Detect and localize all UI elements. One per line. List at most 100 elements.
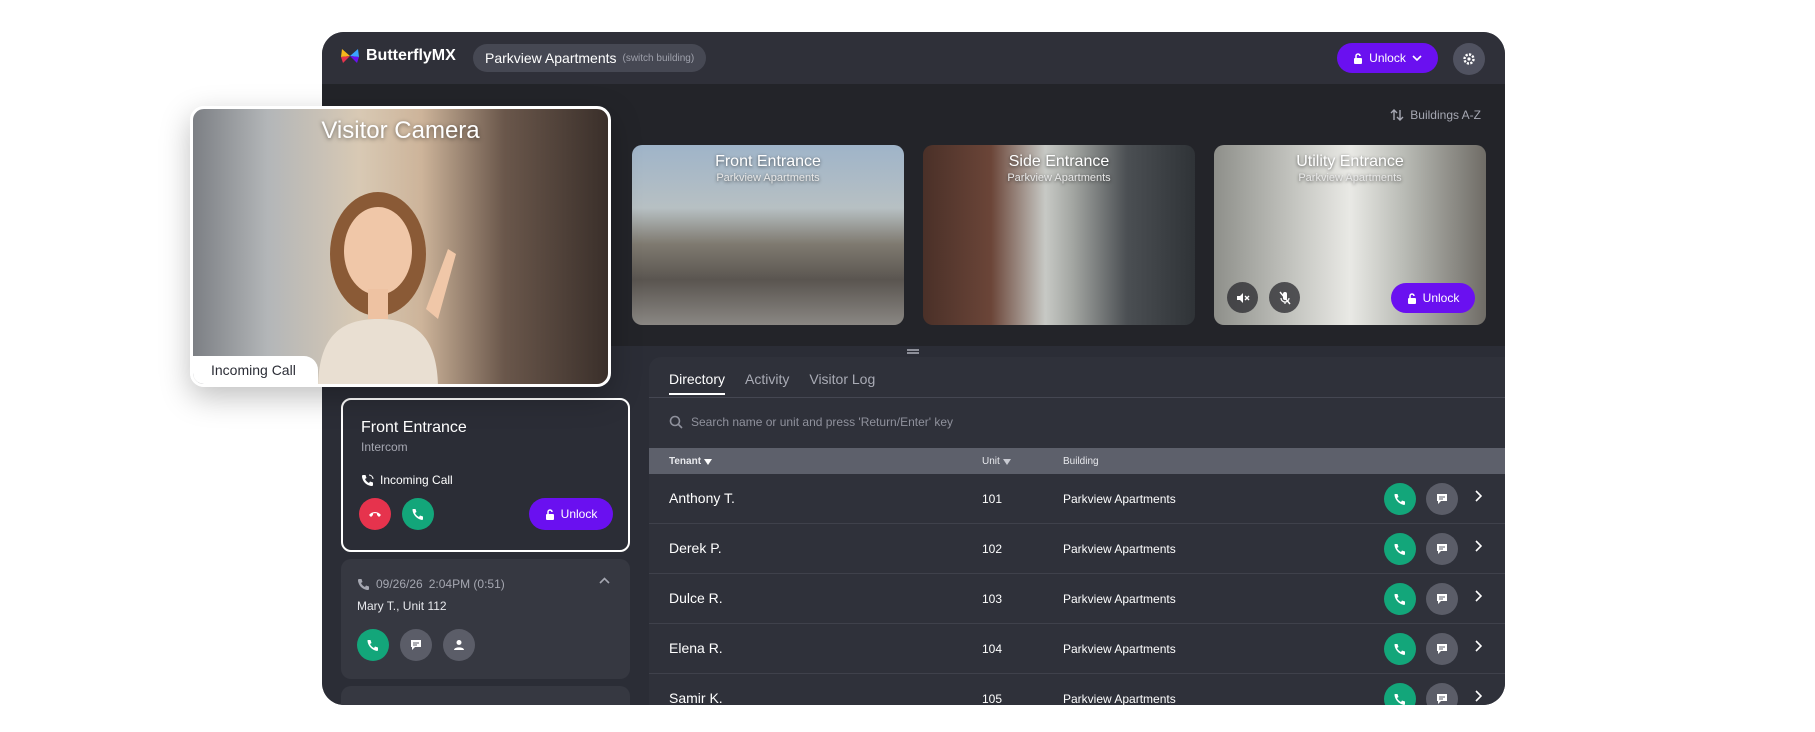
table-row[interactable]: Derek P. 102 Parkview Apartments <box>649 524 1505 574</box>
visitor-camera-title: Visitor Camera <box>321 117 480 144</box>
search-placeholder: Search name or unit and press 'Return/En… <box>691 415 954 429</box>
person-icon <box>454 640 464 650</box>
phone-icon <box>1394 494 1405 505</box>
butterfly-logo-icon <box>341 49 359 63</box>
tab-directory[interactable]: Directory <box>669 371 726 395</box>
mute-speaker-button[interactable] <box>1227 282 1258 313</box>
camera-title: Side Entrance <box>1008 153 1110 170</box>
building-switcher[interactable]: Parkview Apartments (switch building) <box>473 44 707 72</box>
call-date: 09/26/26 <box>376 577 423 591</box>
phone-icon <box>1394 594 1405 605</box>
camera-title: Utility Entrance <box>1296 153 1404 170</box>
tab-visitor-log[interactable]: Visitor Log <box>809 371 875 395</box>
message-tenant-button[interactable] <box>1426 483 1458 515</box>
message-tenant-button[interactable] <box>1426 583 1458 615</box>
call-tenant-button[interactable] <box>1384 583 1416 615</box>
sort-control[interactable]: Buildings A-Z <box>1390 108 1481 122</box>
tenant-name: Elena R. <box>669 640 723 656</box>
camera-subtitle: Parkview Apartments <box>1298 172 1402 184</box>
tenant-building: Parkview Apartments <box>1063 592 1176 606</box>
unlock-label: Unlock <box>560 507 598 521</box>
directory-tabs: Directory Activity Visitor Log <box>669 371 875 395</box>
gear-icon <box>1463 53 1475 65</box>
brand-logo: ButterflyMX <box>340 47 456 65</box>
building-name: Parkview Apartments <box>485 50 617 66</box>
call-tenant-button[interactable] <box>1384 633 1416 665</box>
call-time: 2:04PM (0:51) <box>428 577 505 591</box>
call-caller: Mary T., Unit 112 <box>357 599 447 613</box>
tenant-building: Parkview Apartments <box>1063 542 1176 556</box>
call-back-button[interactable] <box>357 629 389 661</box>
call-tenant-button[interactable] <box>1384 533 1416 565</box>
phone-icon <box>1394 544 1405 555</box>
message-tenant-button[interactable] <box>1426 533 1458 565</box>
camera-front-entrance[interactable]: Front Entrance Parkview Apartments <box>632 145 904 325</box>
tab-activity[interactable]: Activity <box>745 371 789 395</box>
unlock-label: Unlock <box>1369 51 1406 65</box>
column-label: Building <box>1063 456 1099 467</box>
sort-down-icon <box>1002 458 1011 465</box>
lock-icon <box>1407 292 1416 304</box>
answer-call-button[interactable] <box>402 498 434 530</box>
message-icon <box>1437 544 1447 554</box>
lock-icon <box>1354 52 1363 64</box>
tabs-divider <box>649 397 1505 398</box>
tenant-name: Dulce R. <box>669 590 723 606</box>
unlock-dropdown-button[interactable]: Unlock <box>1337 43 1438 73</box>
decline-call-button[interactable] <box>359 498 391 530</box>
phone-icon <box>1394 694 1405 705</box>
message-tenant-button[interactable] <box>1426 683 1458 705</box>
sort-down-icon <box>704 458 713 465</box>
contact-button[interactable] <box>443 629 475 661</box>
mute-microphone-button[interactable] <box>1269 282 1300 313</box>
tenant-name: Anthony T. <box>669 490 735 506</box>
sort-icon <box>1390 109 1404 121</box>
tenant-building: Parkview Apartments <box>1063 692 1176 705</box>
camera-utility-entrance[interactable]: Utility Entrance Parkview Apartments Unl… <box>1214 145 1486 325</box>
sort-label: Buildings A-Z <box>1410 108 1481 122</box>
message-icon <box>411 640 421 650</box>
camera-subtitle: Parkview Apartments <box>716 172 820 184</box>
tenant-unit: 102 <box>982 542 1003 556</box>
message-button[interactable] <box>400 629 432 661</box>
column-tenant[interactable]: Tenant <box>669 456 713 467</box>
phone-ringing-icon <box>358 578 369 590</box>
table-row[interactable]: Dulce R. 103 Parkview Apartments <box>649 574 1505 624</box>
phone-ringing-icon <box>362 474 374 486</box>
table-row[interactable]: Elena R. 104 Parkview Apartments <box>649 624 1505 674</box>
settings-button[interactable] <box>1453 43 1485 75</box>
visitor-video-image <box>318 192 456 384</box>
camera-side-entrance[interactable]: Side Entrance Parkview Apartments <box>923 145 1195 325</box>
call-tenant-button[interactable] <box>1384 483 1416 515</box>
lock-icon <box>545 508 554 520</box>
chevron-up-icon[interactable] <box>599 577 610 584</box>
chevron-right-icon[interactable] <box>1474 490 1482 502</box>
table-row[interactable]: Samir K. 105 Parkview Apartments <box>649 674 1505 705</box>
switch-building-label: (switch building) <box>622 52 695 64</box>
phone-icon <box>367 640 378 651</box>
message-tenant-button[interactable] <box>1426 633 1458 665</box>
tenant-unit: 105 <box>982 692 1003 705</box>
column-unit[interactable]: Unit <box>982 456 1011 467</box>
visitor-camera-overlay[interactable]: Visitor Camera Incoming Call <box>190 106 611 387</box>
directory-search[interactable]: Search name or unit and press 'Return/En… <box>669 415 953 429</box>
chevron-right-icon[interactable] <box>1474 540 1482 552</box>
call-unlock-button[interactable]: Unlock <box>529 498 613 530</box>
call-location: Front Entrance <box>361 419 467 436</box>
resize-handle[interactable] <box>907 349 919 354</box>
call-tenant-button[interactable] <box>1384 683 1416 705</box>
unlock-label: Unlock <box>1422 291 1460 305</box>
hang-up-icon <box>369 512 381 517</box>
speaker-muted-icon <box>1236 292 1249 303</box>
chevron-right-icon[interactable] <box>1474 590 1482 602</box>
camera-subtitle: Parkview Apartments <box>1007 172 1111 184</box>
chevron-right-icon[interactable] <box>1474 640 1482 652</box>
camera-unlock-button[interactable]: Unlock <box>1391 283 1475 313</box>
chevron-right-icon[interactable] <box>1474 690 1482 702</box>
tenant-name: Samir K. <box>669 690 723 705</box>
top-bar: ButterflyMX Parkview Apartments (switch … <box>322 32 1505 84</box>
logo-text: ButterflyMX <box>366 47 456 64</box>
table-row[interactable]: Anthony T. 101 Parkview Apartments <box>649 474 1505 524</box>
column-building[interactable]: Building <box>1063 456 1099 467</box>
column-label: Unit <box>982 456 1000 467</box>
